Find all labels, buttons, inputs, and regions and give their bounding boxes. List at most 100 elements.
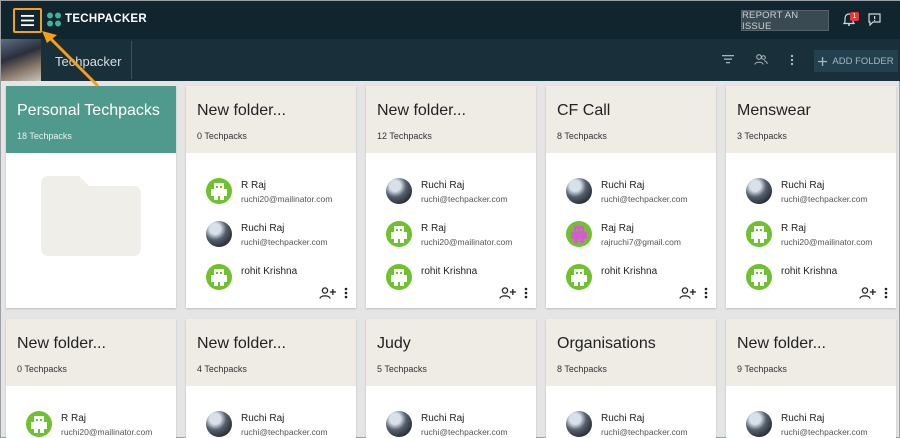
card-more-icon[interactable] bbox=[524, 287, 528, 299]
member-item[interactable]: R Raj ruchi20@mailinator.com bbox=[26, 411, 176, 438]
folder-card[interactable]: New folder... 4 Techpacks Ruchi Raj ruchi@t… bbox=[186, 319, 356, 438]
member-name: Ruchi Raj bbox=[601, 413, 645, 424]
techpacker-logo-icon bbox=[47, 12, 61, 27]
folder-card-actions bbox=[499, 287, 528, 299]
more-options-icon[interactable] bbox=[790, 54, 794, 66]
member-item[interactable]: Ruchi Raj ruchi@techpacker.com bbox=[206, 411, 356, 438]
member-item[interactable]: Raj Raj rajruchi7@gmail.com bbox=[566, 221, 716, 251]
folder-techpack-count: 8 Techpacks bbox=[557, 131, 607, 141]
folder-card-actions bbox=[319, 287, 348, 299]
member-item[interactable]: Ruchi Raj ruchi@techpacker.com bbox=[746, 178, 896, 208]
folder-card-header: New folder... 0 Techpacks bbox=[186, 86, 356, 153]
add-folder-button[interactable]: ADD FOLDER bbox=[814, 50, 898, 72]
member-email: ruchi@techpacker.com bbox=[241, 237, 328, 247]
member-item[interactable]: Ruchi Raj ruchi@techpacker.com bbox=[386, 411, 536, 438]
folder-card[interactable]: Menswear 3 Techpacks Ruchi Raj ruchi@techpa… bbox=[726, 86, 896, 308]
member-item[interactable]: R Raj ruchi20@mailinator.com bbox=[206, 178, 356, 208]
members-icon[interactable] bbox=[754, 54, 768, 65]
member-name: rohit Krishna bbox=[421, 266, 478, 277]
folder-title: New folder... bbox=[197, 102, 286, 119]
folder-techpack-count: 0 Techpacks bbox=[17, 364, 67, 374]
folder-techpack-count: 18 Techpacks bbox=[17, 131, 72, 141]
member-name: rohit Krishna bbox=[601, 266, 658, 277]
folder-techpack-count: 5 Techpacks bbox=[377, 364, 427, 374]
card-more-icon[interactable] bbox=[344, 287, 348, 299]
annotation-arrow-icon bbox=[42, 31, 99, 87]
folder-title: Personal Techpacks bbox=[17, 102, 160, 119]
folder-techpack-count: 0 Techpacks bbox=[197, 131, 247, 141]
folder-card-header: New folder... 0 Techpacks bbox=[6, 319, 176, 386]
member-name: Raj Raj bbox=[601, 223, 634, 234]
folder-title: Organisations bbox=[557, 335, 656, 352]
member-email: ruchi@techpacker.com bbox=[781, 427, 868, 437]
folder-card-header: New folder... 12 Techpacks bbox=[366, 86, 536, 153]
member-avatar bbox=[566, 178, 592, 204]
member-email: ruchi20@mailinator.com bbox=[241, 194, 333, 204]
member-name: Ruchi Raj bbox=[421, 180, 465, 191]
feedback-icon[interactable] bbox=[868, 13, 881, 26]
member-item[interactable]: Ruchi Raj ruchi@techpacker.com bbox=[746, 411, 896, 438]
add-member-icon[interactable] bbox=[679, 287, 696, 299]
folder-card-header: CF Call 8 Techpacks bbox=[546, 86, 716, 153]
folder-techpack-count: 12 Techpacks bbox=[377, 131, 432, 141]
folder-card[interactable]: New folder... 9 Techpacks Ruchi Raj ruchi@t… bbox=[726, 319, 896, 438]
member-email: ruchi@techpacker.com bbox=[421, 427, 508, 437]
member-name: Ruchi Raj bbox=[781, 413, 825, 424]
folder-title: New folder... bbox=[197, 335, 286, 352]
member-avatar bbox=[746, 221, 772, 247]
folder-techpack-count: 9 Techpacks bbox=[737, 364, 787, 374]
member-avatar bbox=[566, 221, 592, 247]
member-name: Ruchi Raj bbox=[601, 180, 645, 191]
member-avatar bbox=[386, 264, 412, 290]
member-avatar bbox=[206, 221, 232, 247]
folder-card-header: Menswear 3 Techpacks bbox=[726, 86, 896, 153]
member-item[interactable]: Ruchi Raj ruchi@techpacker.com bbox=[566, 411, 716, 438]
member-email: ruchi@techpacker.com bbox=[241, 427, 328, 437]
folder-card[interactable]: Organisations 8 Techpacks Ruchi Raj ruchi@t… bbox=[546, 319, 716, 438]
member-item[interactable]: Ruchi Raj ruchi@techpacker.com bbox=[386, 178, 536, 208]
member-name: rohit Krishna bbox=[241, 266, 298, 277]
folder-card[interactable]: New folder... 0 Techpacks R Raj ruchi20@mai… bbox=[186, 86, 356, 308]
member-email: ruchi@techpacker.com bbox=[421, 194, 508, 204]
folder-techpack-count: 4 Techpacks bbox=[197, 364, 247, 374]
member-avatar bbox=[26, 411, 52, 437]
filter-icon[interactable] bbox=[722, 54, 734, 64]
workspace-avatar[interactable] bbox=[1, 39, 41, 81]
folder-card[interactable]: Judy 5 Techpacks Ruchi Raj ruchi@techpacker… bbox=[366, 319, 536, 438]
personal-techpacks-card[interactable]: Personal Techpacks 18 Techpacks bbox=[6, 86, 176, 308]
report-issue-button[interactable]: REPORT AN ISSUE bbox=[741, 10, 829, 32]
folder-card-actions bbox=[859, 287, 888, 299]
folder-card[interactable]: New folder... 0 Techpacks R Raj ruchi20@mai… bbox=[6, 319, 176, 438]
folder-title: CF Call bbox=[557, 102, 611, 119]
member-item[interactable]: R Raj ruchi20@mailinator.com bbox=[386, 221, 536, 251]
folder-icon bbox=[41, 176, 141, 256]
add-member-icon[interactable] bbox=[319, 287, 336, 299]
folder-card[interactable]: CF Call 8 Techpacks Ruchi Raj ruchi@techpac… bbox=[546, 86, 716, 308]
add-member-icon[interactable] bbox=[499, 287, 516, 299]
folder-title: Judy bbox=[377, 335, 411, 352]
member-item[interactable]: Ruchi Raj ruchi@techpacker.com bbox=[566, 178, 716, 208]
add-member-icon[interactable] bbox=[859, 287, 876, 299]
member-avatar bbox=[206, 264, 232, 290]
member-avatar bbox=[566, 264, 592, 290]
member-avatar bbox=[566, 411, 592, 437]
member-avatar bbox=[386, 411, 412, 437]
brand-name: TECHPACKER bbox=[65, 13, 148, 25]
card-more-icon[interactable] bbox=[704, 287, 708, 299]
member-name: rohit Krishna bbox=[781, 266, 838, 277]
member-item[interactable]: R Raj ruchi20@mailinator.com bbox=[746, 221, 896, 251]
member-name: R Raj bbox=[781, 223, 807, 234]
folder-card-header: Organisations 8 Techpacks bbox=[546, 319, 716, 386]
member-email: ruchi20@mailinator.com bbox=[781, 237, 873, 247]
member-email: ruchi20@mailinator.com bbox=[61, 427, 153, 437]
member-avatar bbox=[206, 411, 232, 437]
folder-card-header: New folder... 4 Techpacks bbox=[186, 319, 356, 386]
card-more-icon[interactable] bbox=[884, 287, 888, 299]
member-item[interactable]: Ruchi Raj ruchi@techpacker.com bbox=[206, 221, 356, 251]
folder-card[interactable]: New folder... 12 Techpacks Ruchi Raj ruchi@… bbox=[366, 86, 536, 308]
member-email: ruchi20@mailinator.com bbox=[421, 237, 513, 247]
plus-icon bbox=[818, 56, 828, 66]
member-name: Ruchi Raj bbox=[241, 413, 285, 424]
member-avatar bbox=[386, 178, 412, 204]
workspace-divider bbox=[131, 41, 132, 79]
